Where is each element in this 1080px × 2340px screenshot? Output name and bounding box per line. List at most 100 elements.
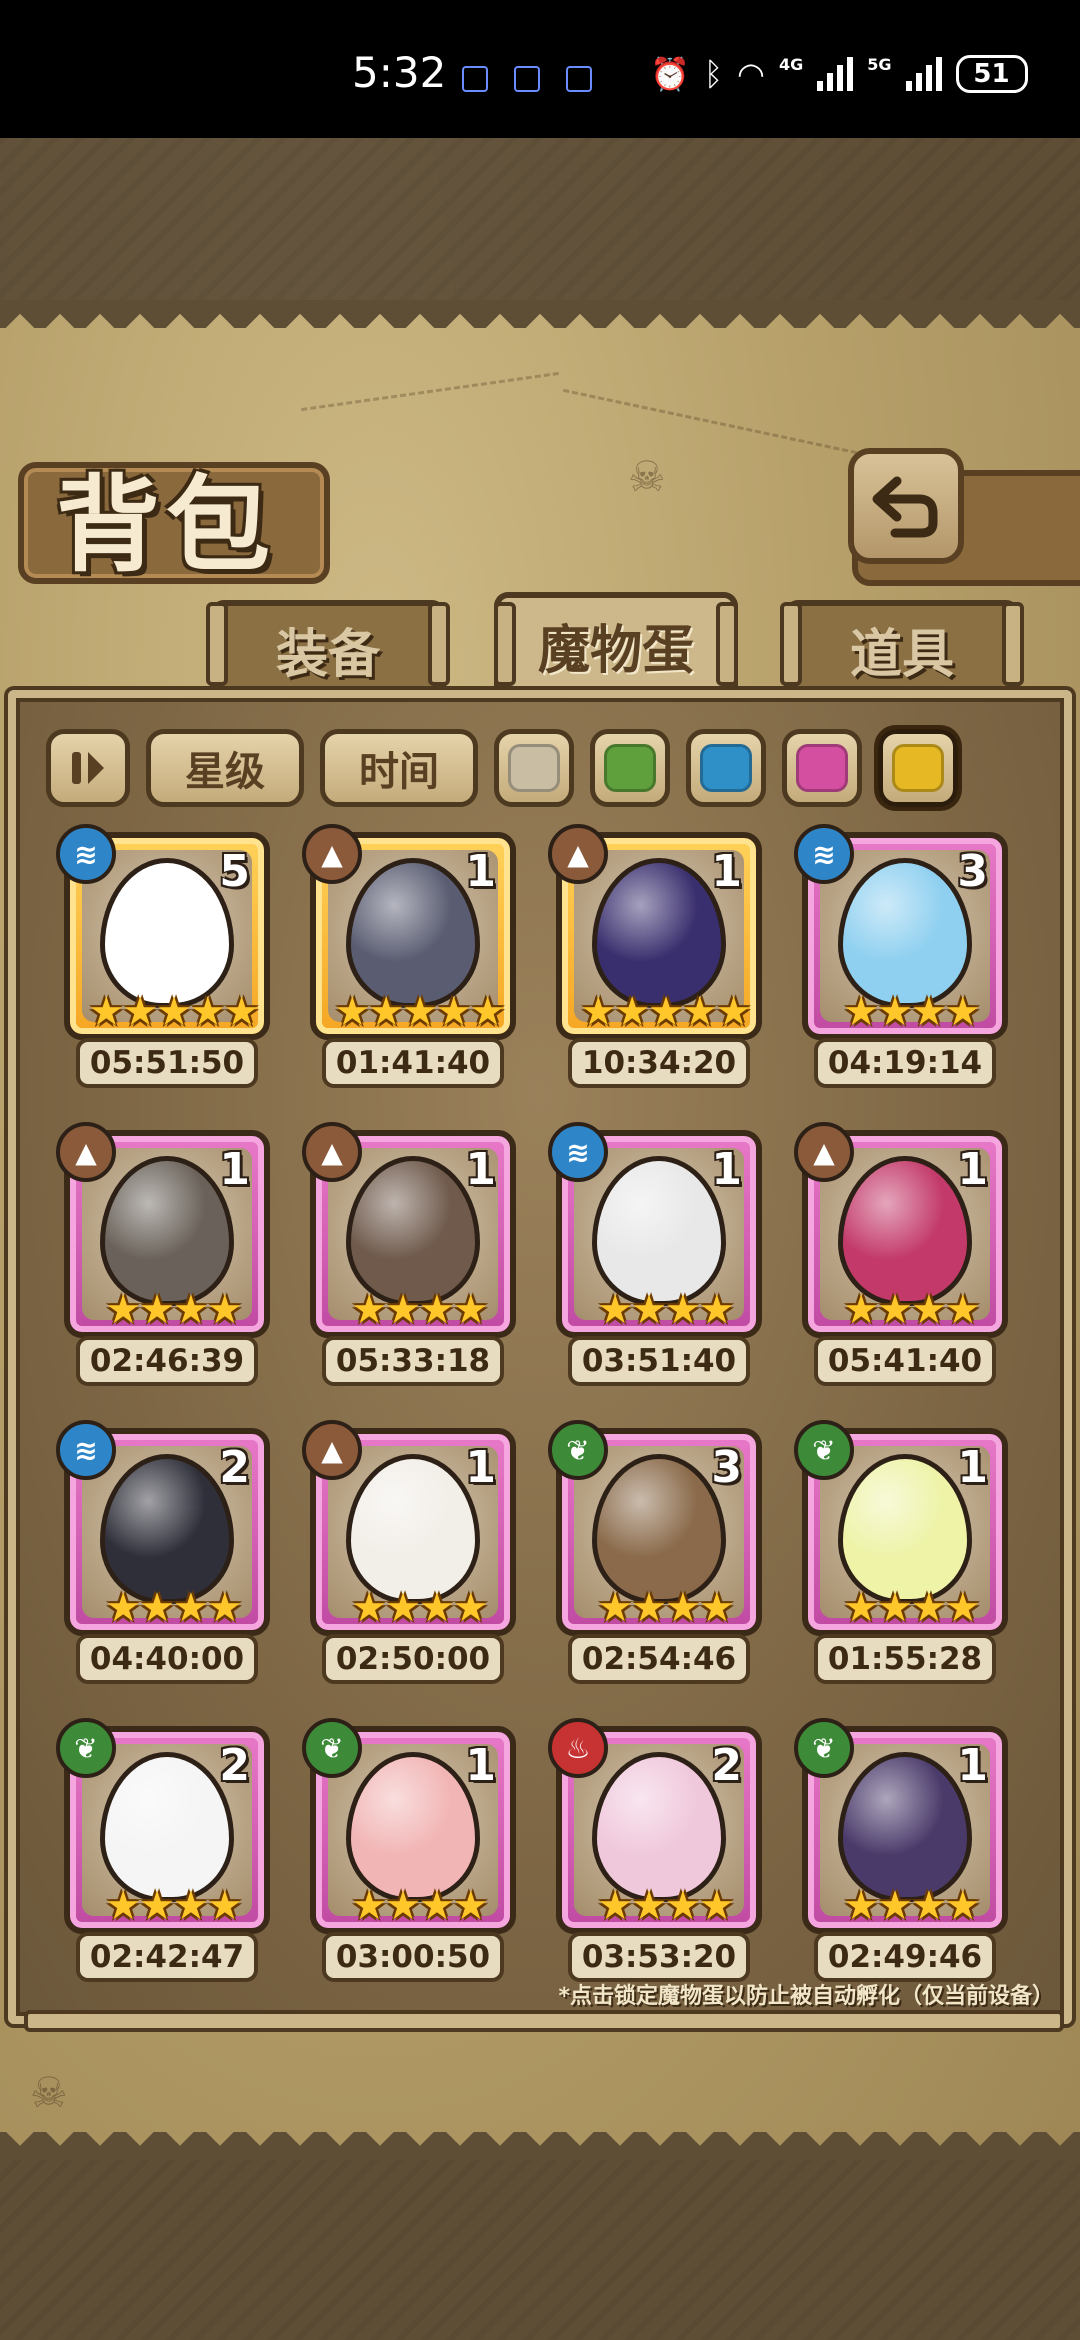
back-button[interactable] bbox=[848, 448, 964, 564]
sort-by-time-button[interactable]: 时间 bbox=[320, 729, 478, 807]
bluetooth-icon: ᛒ bbox=[703, 55, 724, 93]
return-arrow-icon bbox=[872, 476, 938, 538]
element-badge-icon: ❦ bbox=[302, 1718, 362, 1778]
notification-icon bbox=[462, 66, 488, 92]
swatch-green bbox=[604, 744, 656, 792]
egg-count: 1 bbox=[465, 1740, 496, 1791]
egg-card[interactable]: 1 ★★★★ ▲ 05:33:18 bbox=[302, 1122, 516, 1406]
egg-count: 1 bbox=[465, 846, 496, 897]
egg-count: 1 bbox=[465, 1144, 496, 1195]
egg-count: 5 bbox=[219, 846, 250, 897]
egg-count: 1 bbox=[711, 846, 742, 897]
tab-divider bbox=[1002, 602, 1024, 686]
egg-star-rating: ★★★★★ bbox=[88, 989, 259, 1035]
torn-edge-bottom bbox=[0, 2132, 1080, 2160]
swatch-blue bbox=[700, 744, 752, 792]
tab-divider bbox=[206, 602, 228, 686]
network-5g-label: 5G bbox=[867, 54, 892, 74]
egg-star-rating: ★★★★ bbox=[843, 1287, 980, 1333]
egg-card[interactable]: 1 ★★★★ ❦ 01:55:28 bbox=[794, 1420, 1008, 1704]
notification-icon bbox=[514, 66, 540, 92]
torn-edge-top bbox=[0, 300, 1080, 328]
egg-card[interactable]: 1 ★★★★ ▲ 02:46:39 bbox=[56, 1122, 270, 1406]
egg-star-rating: ★★★★ bbox=[105, 1883, 242, 1929]
element-badge-icon: ▲ bbox=[302, 824, 362, 884]
egg-card[interactable]: 5 ★★★★★ ≋ 05:51:50 bbox=[56, 824, 270, 1108]
egg-card[interactable]: 1 ★★★★ ▲ 02:50:00 bbox=[302, 1420, 516, 1704]
rarity-filter-green[interactable] bbox=[590, 729, 670, 807]
hatch-timer: 01:55:28 bbox=[814, 1634, 996, 1684]
swatch-gray bbox=[508, 744, 560, 792]
element-badge-icon: ≋ bbox=[56, 1420, 116, 1480]
element-badge-icon: ♨ bbox=[548, 1718, 608, 1778]
element-badge-icon: ≋ bbox=[56, 824, 116, 884]
tab-divider bbox=[428, 602, 450, 686]
egg-card[interactable]: 1 ★★★★★ ▲ 01:41:40 bbox=[302, 824, 516, 1108]
egg-count: 1 bbox=[219, 1144, 250, 1195]
egg-star-rating: ★★★★★ bbox=[580, 989, 751, 1035]
wifi-icon: ◠ bbox=[737, 55, 765, 93]
sort-order-button[interactable] bbox=[46, 729, 130, 807]
egg-count: 1 bbox=[957, 1740, 988, 1791]
egg-count: 2 bbox=[219, 1442, 250, 1493]
egg-star-rating: ★★★★ bbox=[843, 989, 980, 1035]
egg-star-rating: ★★★★ bbox=[597, 1883, 734, 1929]
egg-card[interactable]: 3 ★★★★ ≋ 04:19:14 bbox=[794, 824, 1008, 1108]
tab-label: 道具 bbox=[849, 624, 954, 685]
hatch-timer: 03:51:40 bbox=[568, 1336, 750, 1386]
egg-star-rating: ★★★★ bbox=[105, 1287, 242, 1333]
hatch-timer: 02:42:47 bbox=[76, 1932, 258, 1982]
signal-icon bbox=[817, 57, 854, 91]
egg-card[interactable]: 2 ★★★★ ♨ 03:53:20 bbox=[548, 1718, 762, 2002]
status-bar: 5:32 ⏰ ᛒ ◠ 4G 5G 51 bbox=[0, 0, 1080, 138]
hatch-timer: 02:54:46 bbox=[568, 1634, 750, 1684]
egg-star-rating: ★★★★ bbox=[597, 1585, 734, 1631]
tab-divider bbox=[780, 602, 802, 686]
hatch-timer: 02:46:39 bbox=[76, 1336, 258, 1386]
hatch-timer: 02:50:00 bbox=[322, 1634, 504, 1684]
egg-card[interactable]: 2 ★★★★ ≋ 04:40:00 bbox=[56, 1420, 270, 1704]
tab-equipment[interactable]: 装备 bbox=[210, 600, 446, 692]
battery-icon: 51 bbox=[955, 55, 1028, 93]
hatch-timer: 05:51:50 bbox=[76, 1038, 258, 1088]
egg-count: 1 bbox=[957, 1442, 988, 1493]
egg-star-rating: ★★★★ bbox=[351, 1883, 488, 1929]
skull-icon: ☠ bbox=[628, 452, 666, 501]
egg-card[interactable]: 2 ★★★★ ❦ 02:42:47 bbox=[56, 1718, 270, 2002]
rarity-filter-blue[interactable] bbox=[686, 729, 766, 807]
filter-bar: 星级 时间 bbox=[46, 728, 958, 808]
egg-card[interactable]: 1 ★★★★ ≋ 03:51:40 bbox=[548, 1122, 762, 1406]
hatch-timer: 04:40:00 bbox=[76, 1634, 258, 1684]
element-badge-icon: ▲ bbox=[548, 824, 608, 884]
element-badge-icon: ❦ bbox=[794, 1420, 854, 1480]
rarity-filter-pink[interactable] bbox=[782, 729, 862, 807]
sort-toggle-icon bbox=[72, 752, 104, 784]
element-badge-icon: ▲ bbox=[302, 1122, 362, 1182]
tab-divider bbox=[716, 602, 738, 686]
hatch-timer: 10:34:20 bbox=[568, 1038, 750, 1088]
egg-card[interactable]: 3 ★★★★ ❦ 02:54:46 bbox=[548, 1420, 762, 1704]
hatch-timer: 01:41:40 bbox=[322, 1038, 504, 1088]
tab-monster-egg[interactable]: 魔物蛋 bbox=[494, 592, 738, 692]
swatch-pink bbox=[796, 744, 848, 792]
rarity-filter-gold[interactable] bbox=[878, 729, 958, 807]
skull-icon: ☠ bbox=[30, 2068, 68, 2117]
egg-count: 3 bbox=[711, 1442, 742, 1493]
egg-card[interactable]: 1 ★★★★ ▲ 05:41:40 bbox=[794, 1122, 1008, 1406]
egg-card[interactable]: 1 ★★★★★ ▲ 10:34:20 bbox=[548, 824, 762, 1108]
egg-count: 1 bbox=[711, 1144, 742, 1195]
hatch-timer: 05:41:40 bbox=[814, 1336, 996, 1386]
tab-items[interactable]: 道具 bbox=[784, 600, 1020, 692]
clock: 5:32 bbox=[352, 48, 447, 97]
egg-count: 3 bbox=[957, 846, 988, 897]
egg-card[interactable]: 1 ★★★★ ❦ 03:00:50 bbox=[302, 1718, 516, 2002]
hatch-timer: 04:19:14 bbox=[814, 1038, 996, 1088]
rarity-filter-gray[interactable] bbox=[494, 729, 574, 807]
egg-star-rating: ★★★★ bbox=[351, 1287, 488, 1333]
sort-by-star-button[interactable]: 星级 bbox=[146, 729, 304, 807]
egg-card[interactable]: 1 ★★★★ ❦ 02:49:46 bbox=[794, 1718, 1008, 2002]
element-badge-icon: ❦ bbox=[794, 1718, 854, 1778]
element-badge-icon: ▲ bbox=[794, 1122, 854, 1182]
element-badge-icon: ≋ bbox=[548, 1122, 608, 1182]
hatch-timer: 05:33:18 bbox=[322, 1336, 504, 1386]
